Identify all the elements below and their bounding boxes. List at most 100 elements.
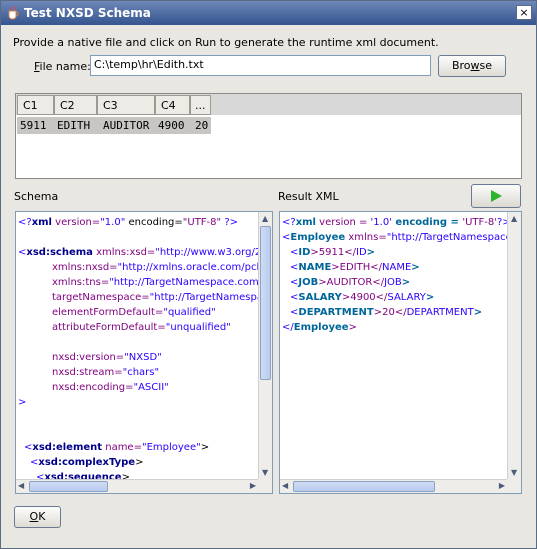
code-line: xmlns:tns="http://TargetNamespace.com/R (18, 275, 272, 290)
code-token: version = (316, 217, 371, 228)
code-token: NAME (298, 262, 332, 273)
code-line: <?xml version = '1.0' encoding = 'UTF-8'… (282, 215, 521, 230)
code-token: JOB (298, 277, 319, 288)
code-line: xmlns:nxsd="http://xmlns.oracle.com/pcbp… (18, 260, 272, 275)
ok-label-mnemonic: O (29, 510, 39, 523)
code-line: <NAME>EDITH</NAME> (282, 260, 521, 275)
code-token: '1.0' (370, 217, 392, 228)
code-line: <ID>5911</ID> (282, 245, 521, 260)
code-token: xmlns:tns= (52, 277, 110, 288)
code-token: "ASCII" (133, 382, 169, 393)
schema-horizontal-scrollbar[interactable]: ◀ ▶ (16, 479, 258, 493)
result-horizontal-scrollbar[interactable]: ◀ ▶ (280, 479, 507, 493)
result-xml-viewer[interactable]: <?xml version = '1.0' encoding = 'UTF-8'… (279, 211, 522, 494)
scroll-left-arrow-icon[interactable]: ◀ (18, 481, 24, 490)
scroll-down-arrow-icon[interactable]: ▼ (511, 468, 517, 477)
code-line: > (18, 395, 272, 410)
scroll-down-arrow-icon[interactable]: ▼ (262, 468, 268, 477)
code-token: > (401, 277, 411, 288)
scroll-right-arrow-icon[interactable]: ▶ (499, 481, 505, 490)
code-token: <? (18, 217, 32, 228)
scroll-corner (507, 479, 521, 493)
code-token: ID (298, 247, 311, 258)
code-token: version= (52, 217, 101, 228)
close-button[interactable]: × (516, 5, 532, 20)
instruction-text: Provide a native file and click on Run t… (13, 36, 439, 49)
code-token: > (348, 322, 357, 333)
title-bar: Test NXSD Schema × (1, 1, 536, 25)
run-button[interactable] (471, 184, 521, 208)
ok-button[interactable]: OK (14, 506, 61, 528)
browse-label-prefix: Bro (451, 59, 471, 72)
code-token: xmlns= (345, 232, 387, 243)
ok-label-rest: K (38, 510, 46, 523)
code-line: <JOB>AUDITOR</JOB> (282, 275, 521, 290)
code-line: <DEPARTMENT>20</DEPARTMENT> (282, 305, 521, 320)
grid-cell[interactable]: 4900 (155, 117, 188, 134)
code-token: elementFormDefault= (52, 307, 164, 318)
schema-label: Schema (14, 190, 59, 203)
code-token: attributeFormDefault= (52, 322, 166, 333)
column-header-more[interactable]: ... (190, 95, 211, 115)
code-token: > (200, 442, 210, 453)
play-icon (491, 190, 502, 202)
column-header[interactable]: C3 (97, 95, 155, 115)
native-data-grid[interactable]: C1 C2 C3 C4 ... 5911 EDITH AUDITOR 4900 … (15, 93, 522, 179)
code-line: <?xml version="1.0" encoding="UTF-8" ?> (18, 215, 272, 230)
code-token: NAME (382, 262, 412, 273)
code-token: targetNamespace= (52, 292, 150, 303)
grid-cell[interactable]: 5911 (17, 117, 50, 134)
code-line: elementFormDefault="qualified" (18, 305, 272, 320)
schema-vertical-scrollbar[interactable]: ▲ ▼ (258, 212, 272, 479)
code-token: 'UTF-8' (462, 217, 497, 228)
code-token: >AUDITOR</ (318, 277, 385, 288)
code-token: > (18, 397, 27, 408)
code-token: xmlns:nxsd= (52, 262, 118, 273)
code-line: targetNamespace="http://TargetNamespace (18, 290, 272, 305)
result-xml-label: Result XML (278, 190, 339, 203)
code-token: >EDITH</ (331, 262, 383, 273)
column-header[interactable]: C2 (54, 95, 97, 115)
code-token: xsd:complexType (38, 457, 136, 468)
dialog-window: Test NXSD Schema × Provide a native file… (0, 0, 537, 549)
schema-text: <?xml version="1.0" encoding="UTF-8" ?> <… (18, 215, 272, 485)
column-header[interactable]: C1 (17, 95, 54, 115)
schema-vscroll-thumb[interactable] (260, 226, 271, 380)
code-token: >20</ (373, 307, 407, 318)
code-line: <xsd:complexType> (18, 455, 272, 470)
scroll-right-arrow-icon[interactable]: ▶ (250, 481, 256, 490)
result-xml-text: <?xml version = '1.0' encoding = 'UTF-8'… (282, 215, 522, 335)
code-token: > (411, 262, 420, 273)
browse-label-mnemonic: w (470, 59, 480, 72)
column-header[interactable]: C4 (155, 95, 190, 115)
code-token: Employee (293, 322, 349, 333)
grid-cell[interactable]: 20 (192, 117, 211, 134)
code-token: xml (31, 217, 52, 228)
code-line: <SALARY>4900</SALARY> (282, 290, 521, 305)
scroll-left-arrow-icon[interactable]: ◀ (282, 481, 288, 490)
code-token: "chars" (122, 367, 160, 378)
code-token: "UTF-8" (182, 217, 222, 228)
code-token: xml (295, 217, 316, 228)
grid-cell[interactable]: AUDITOR (100, 117, 152, 134)
browse-label-suffix: se (479, 59, 493, 72)
code-token: "http://TargetNamespace.com (386, 232, 522, 243)
schema-hscroll-thumb[interactable] (29, 481, 108, 492)
scroll-up-arrow-icon[interactable]: ▲ (262, 214, 268, 223)
result-hscroll-thumb[interactable] (293, 481, 435, 492)
code-token: nxsd:version= (52, 352, 125, 363)
grid-cell[interactable]: EDITH (54, 117, 93, 134)
result-vertical-scrollbar[interactable]: ▲ ▼ (507, 212, 521, 479)
scroll-up-arrow-icon[interactable]: ▲ (511, 214, 517, 223)
code-token: ?> (221, 217, 239, 228)
browse-button[interactable]: Browse (438, 55, 506, 77)
schema-editor[interactable]: <?xml version="1.0" encoding="UTF-8" ?> <… (15, 211, 273, 494)
code-token: </ (282, 322, 294, 333)
file-name-input[interactable]: C:\temp\hr\Edith.txt (90, 55, 431, 76)
coffee-cup-icon (8, 5, 19, 20)
code-line: <Employee xmlns="http://TargetNamespace.… (282, 230, 522, 245)
code-token: > (366, 247, 376, 258)
code-token: > (425, 292, 435, 303)
